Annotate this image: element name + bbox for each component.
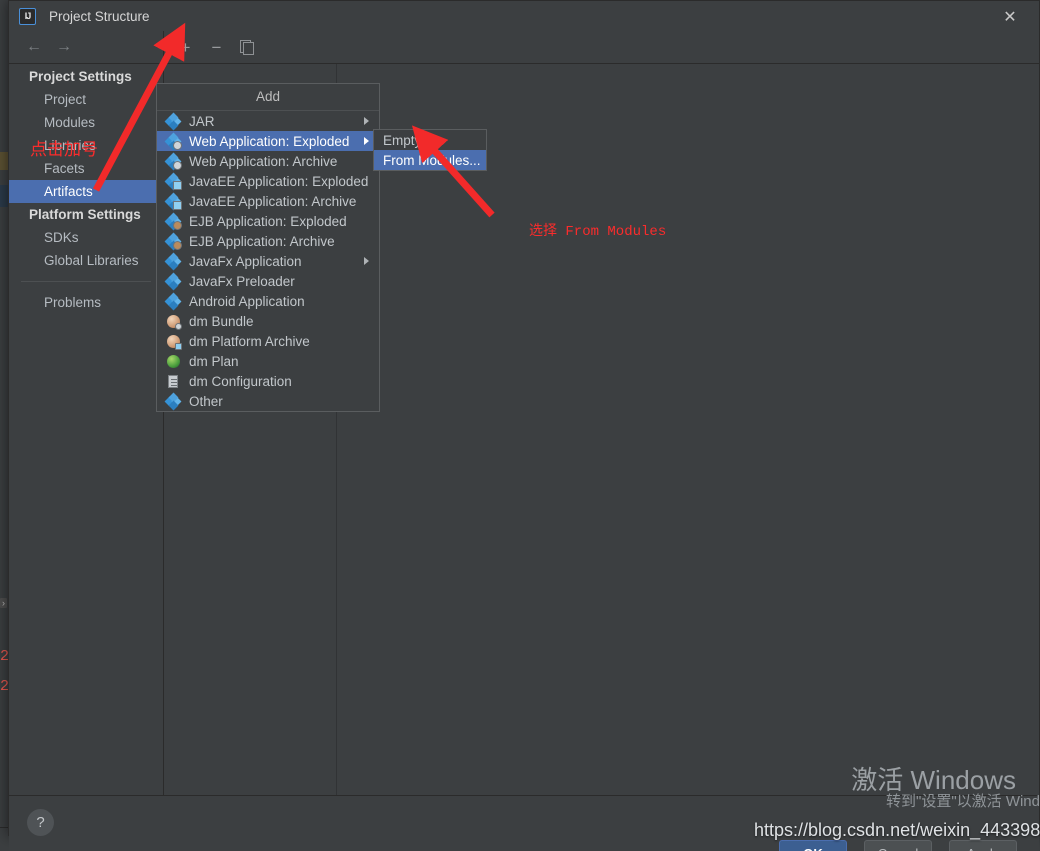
close-icon[interactable]: ✕ — [999, 7, 1021, 27]
menu-item-web-application-exploded[interactable]: Web Application: Exploded — [157, 131, 379, 151]
artifact-diamond-icon — [164, 252, 182, 270]
cancel-button[interactable]: Cancel — [864, 840, 932, 851]
menu-item-label: dm Plan — [189, 353, 239, 369]
dm-config-doc-icon — [166, 374, 181, 389]
menu-item-label: dm Configuration — [189, 373, 292, 389]
menu-item-ejb-application-archive[interactable]: EJB Application: Archive — [157, 231, 379, 251]
menu-item-other[interactable]: Other — [157, 391, 379, 411]
artifact-diamond-icon — [164, 112, 182, 130]
ok-button[interactable]: OK — [779, 840, 847, 851]
menu-item-dm-bundle[interactable]: dm Bundle — [157, 311, 379, 331]
add-menu-header: Add — [157, 84, 379, 111]
menu-item-label: Android Application — [189, 293, 305, 309]
menu-item-label: JAR — [189, 113, 215, 129]
sidebar-divider — [21, 281, 151, 282]
menu-item-label: JavaEE Application: Archive — [189, 193, 357, 209]
menu-item-ejb-application-exploded[interactable]: EJB Application: Exploded — [157, 211, 379, 231]
dialog-title: Project Structure — [49, 8, 150, 24]
artifacts-toolbar: + − — [164, 31, 1039, 64]
sidebar-item-artifacts[interactable]: Artifacts — [9, 180, 163, 203]
sidebar-item-sdks[interactable]: SDKs — [9, 226, 163, 249]
add-icon[interactable]: + — [178, 39, 193, 56]
chevron-right-icon — [364, 137, 369, 145]
intellij-logo-icon: IJ — [19, 7, 36, 25]
dm-plan-globe-icon — [166, 354, 181, 369]
project-structure-dialog: IJ Project Structure ✕ ← → Project Setti… — [8, 0, 1040, 851]
javaee-artifact-icon — [164, 192, 182, 210]
bg-chip: › — [0, 598, 7, 608]
dialog-titlebar: IJ Project Structure ✕ — [9, 1, 1039, 31]
sidebar-item-global-libraries[interactable]: Global Libraries — [9, 249, 163, 272]
submenu-item-from-modules[interactable]: From Modules... — [374, 150, 486, 170]
submenu-item-label: Empty — [383, 132, 422, 148]
artifact-diamond-icon — [164, 292, 182, 310]
menu-item-android-application[interactable]: Android Application — [157, 291, 379, 311]
menu-item-dm-configuration[interactable]: dm Configuration — [157, 371, 379, 391]
menu-item-javaee-application-exploded[interactable]: JavaEE Application: Exploded — [157, 171, 379, 191]
sidebar-group-platform-settings: Platform Settings — [29, 207, 141, 222]
menu-item-dm-platform-archive[interactable]: dm Platform Archive — [157, 331, 379, 351]
windows-activation-subtitle: 转到"设置"以激活 Wind — [886, 793, 1040, 810]
artifacts-panel: + − Add JAR Web Application: Exploded We… — [156, 31, 1039, 795]
submenu-item-empty[interactable]: Empty — [374, 130, 486, 150]
menu-item-label: Web Application: Exploded — [189, 133, 350, 149]
menu-item-label: JavaEE Application: Exploded — [189, 173, 369, 189]
sidebar-navbar: ← → — [9, 31, 164, 64]
menu-item-javaee-application-archive[interactable]: JavaEE Application: Archive — [157, 191, 379, 211]
submenu-item-label: From Modules... — [383, 152, 481, 168]
artifact-diamond-icon — [164, 392, 182, 410]
menu-item-label: Web Application: Archive — [189, 153, 338, 169]
menu-item-dm-plan[interactable]: dm Plan — [157, 351, 379, 371]
sidebar-item-project[interactable]: Project — [9, 88, 163, 111]
menu-item-label: JavaFx Application — [189, 253, 302, 269]
apply-button[interactable]: Apply — [949, 840, 1017, 851]
dm-platform-icon — [166, 334, 182, 350]
remove-icon[interactable]: − — [209, 39, 224, 56]
dialog-body: ← → Project Settings Project Modules Lib… — [9, 31, 1039, 795]
artifact-diamond-icon — [164, 272, 182, 290]
sidebar-group-project-settings: Project Settings — [29, 69, 132, 84]
blog-url-watermark: https://blog.csdn.net/weixin_44339867 — [754, 820, 1040, 840]
menu-item-javafx-preloader[interactable]: JavaFx Preloader — [157, 271, 379, 291]
menu-item-javafx-application[interactable]: JavaFx Application — [157, 251, 379, 271]
ejb-artifact-icon — [164, 212, 182, 230]
sidebar-item-modules[interactable]: Modules — [9, 111, 163, 134]
copy-icon[interactable] — [240, 40, 254, 55]
dm-bundle-icon — [166, 314, 182, 330]
back-arrow-icon[interactable]: ← — [26, 39, 42, 55]
menu-item-label: dm Platform Archive — [189, 333, 310, 349]
chevron-right-icon — [364, 257, 369, 265]
sidebar-item-problems[interactable]: Problems — [9, 291, 163, 314]
annotation-select-from-modules: 选择 From Modules — [529, 224, 667, 240]
menu-item-label: EJB Application: Archive — [189, 233, 335, 249]
annotation-click-plus: 点击加号 — [30, 142, 98, 161]
help-button[interactable]: ? — [27, 809, 54, 836]
bg-segment — [0, 152, 8, 170]
menu-item-label: dm Bundle — [189, 313, 254, 329]
menu-item-label: EJB Application: Exploded — [189, 213, 347, 229]
bg-segment — [0, 185, 8, 207]
javaee-artifact-icon — [164, 172, 182, 190]
menu-item-jar[interactable]: JAR — [157, 111, 379, 131]
menu-item-web-application-archive[interactable]: Web Application: Archive — [157, 151, 379, 171]
web-artifact-icon — [164, 132, 182, 150]
chevron-right-icon — [364, 117, 369, 125]
bg-segment — [0, 0, 8, 55]
menu-item-label: JavaFx Preloader — [189, 273, 295, 289]
web-application-exploded-submenu: Empty From Modules... — [373, 129, 487, 171]
web-artifact-icon — [164, 152, 182, 170]
forward-arrow-icon[interactable]: → — [56, 39, 72, 55]
ejb-artifact-icon — [164, 232, 182, 250]
screen: › ... ... logy ... 2 2 .h .h s IJ Projec… — [0, 0, 1040, 851]
add-artifact-menu: Add JAR Web Application: Exploded Web Ap… — [156, 83, 487, 412]
menu-item-label: Other — [189, 393, 223, 409]
